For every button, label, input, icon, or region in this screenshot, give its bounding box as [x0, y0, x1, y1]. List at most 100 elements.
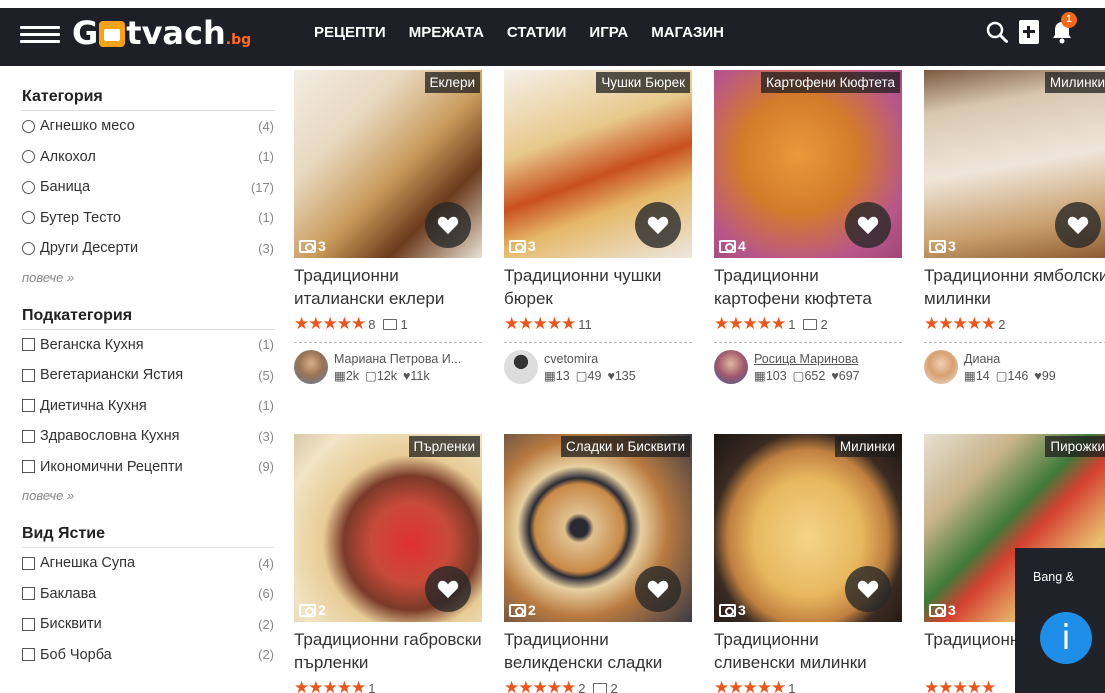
radio-button[interactable] [22, 119, 35, 133]
recipe-tag[interactable]: Милинки [1044, 72, 1105, 93]
recipe-title[interactable]: Традиционни габровски пърленки [294, 628, 482, 674]
recipe-title[interactable]: Традиционни картофени кюфтета [714, 264, 902, 310]
checkbox[interactable] [22, 556, 35, 570]
checkbox[interactable] [22, 429, 35, 443]
nav-articles[interactable]: СТАТИИ [507, 24, 567, 41]
filter-option[interactable]: Други Десерти (3) [22, 233, 274, 264]
recipe-card[interactable]: Еклери 3 Традиционни италиански еклери ★… [294, 70, 482, 384]
filter-option[interactable]: Алкохол (1) [22, 142, 274, 173]
recipe-card[interactable]: Милинки 3 Традиционни сливенски милинки … [714, 434, 902, 693]
filter-option[interactable]: Баница (17) [22, 172, 274, 203]
filter-option[interactable]: Веганска Кухня (1) [22, 330, 274, 361]
recipe-author[interactable]: Диана ▦14 ▢146 ♥99 [924, 350, 1105, 384]
author-name[interactable]: cvetomira [544, 352, 692, 366]
author-name[interactable]: Росица Маринова [754, 352, 902, 366]
recipe-title[interactable]: Традиционни италиански еклери [294, 264, 482, 310]
recipe-photo[interactable]: Милинки 3 [714, 434, 902, 622]
recipe-tag[interactable]: Картофени Кюфтета [761, 72, 900, 93]
checkbox[interactable] [22, 460, 35, 474]
favorite-button[interactable] [1055, 202, 1101, 248]
more-categories-link[interactable]: повече » [22, 270, 274, 285]
author-name[interactable]: Диана [964, 352, 1105, 366]
rating-stars[interactable]: ★★★★★ [294, 678, 366, 693]
rating-stars[interactable]: ★★★★★ [294, 314, 366, 334]
rating-stars[interactable]: ★★★★★ [924, 678, 996, 693]
radio-button[interactable] [22, 211, 35, 225]
radio-button[interactable] [22, 180, 35, 194]
rating-stars[interactable]: ★★★★★ [714, 314, 786, 334]
favorite-button[interactable] [635, 202, 681, 248]
hamburger-menu-icon[interactable] [20, 26, 60, 44]
checkbox[interactable] [22, 617, 35, 631]
favorite-button[interactable] [845, 202, 891, 248]
filter-option[interactable]: Бисквити (2) [22, 609, 274, 640]
checkbox[interactable] [22, 587, 35, 601]
nav-game[interactable]: ИГРА [589, 24, 628, 41]
recipe-title[interactable]: Традиционни сливенски милинки [714, 628, 902, 674]
comments[interactable]: 2 [803, 317, 828, 332]
recipe-title[interactable]: Традиционни великденски сладки [504, 628, 692, 674]
favorite-button[interactable] [635, 566, 681, 612]
recipe-card[interactable]: Сладки и Бисквити 2 Традиционни великден… [504, 434, 692, 693]
filter-option[interactable]: Икономични Рецепти (9) [22, 452, 274, 483]
filter-option[interactable]: Агнешка Супа (4) [22, 548, 274, 579]
avatar[interactable] [924, 350, 958, 384]
comments[interactable]: 1 [383, 317, 408, 332]
add-recipe-icon[interactable] [1019, 20, 1039, 44]
recipe-card[interactable]: Картофени Кюфтета 4 Традиционни картофен… [714, 70, 902, 384]
recipe-tag[interactable]: Пирожки [1045, 436, 1105, 457]
nav-shop[interactable]: МАГАЗИН [651, 24, 724, 41]
recipe-tag[interactable]: Чушки Бюрек [596, 72, 690, 93]
radio-button[interactable] [22, 241, 35, 255]
info-icon[interactable]: i [1040, 612, 1092, 664]
rating-stars[interactable]: ★★★★★ [504, 678, 576, 693]
recipe-card[interactable]: Милинки 3 Традиционни ямболски милинки ★… [924, 70, 1105, 384]
recipe-photo[interactable]: Милинки 3 [924, 70, 1105, 258]
recipe-card[interactable]: Чушки Бюрек 3 Традиционни чушки бюрек ★★… [504, 70, 692, 384]
favorite-button[interactable] [425, 566, 471, 612]
recipe-tag[interactable]: Сладки и Бисквити [561, 436, 690, 457]
accessibility-widget[interactable]: Bang & i [1015, 548, 1105, 693]
recipe-photo[interactable]: Сладки и Бисквити 2 [504, 434, 692, 622]
nav-recipes[interactable]: РЕЦЕПТИ [314, 24, 386, 41]
checkbox[interactable] [22, 338, 35, 352]
recipe-photo[interactable]: Пърленки 2 [294, 434, 482, 622]
recipe-card[interactable]: Пърленки 2 Традиционни габровски пърленк… [294, 434, 482, 693]
rating-stars[interactable]: ★★★★★ [504, 314, 576, 334]
recipe-title[interactable]: Традиционни чушки бюрек [504, 264, 692, 310]
radio-button[interactable] [22, 150, 35, 164]
rating-stars[interactable]: ★★★★★ [924, 314, 996, 334]
nav-network[interactable]: МРЕЖАТА [409, 24, 484, 41]
avatar[interactable] [714, 350, 748, 384]
checkbox[interactable] [22, 399, 35, 413]
recipe-author[interactable]: cvetomira ▦13 ▢49 ♥135 [504, 350, 692, 384]
filter-option[interactable]: Агнешко месо (4) [22, 111, 274, 142]
checkbox[interactable] [22, 648, 35, 662]
avatar[interactable] [294, 350, 328, 384]
recipe-photo[interactable]: Еклери 3 [294, 70, 482, 258]
rating-stars[interactable]: ★★★★★ [714, 678, 786, 693]
recipe-tag[interactable]: Еклери [424, 72, 480, 93]
comments[interactable]: 2 [593, 681, 618, 693]
checkbox[interactable] [22, 368, 35, 382]
filter-option[interactable]: Бутер Тесто (1) [22, 203, 274, 234]
avatar[interactable] [504, 350, 538, 384]
favorite-button[interactable] [425, 202, 471, 248]
recipe-title[interactable]: Традиционни ямболски милинки [924, 264, 1105, 310]
filter-option[interactable]: Боб Чорба (2) [22, 640, 274, 671]
recipe-author[interactable]: Мариана Петрова И... ▦2k ▢12k ♥11k [294, 350, 482, 384]
more-subcategories-link[interactable]: повече » [22, 488, 274, 503]
filter-option[interactable]: Диетична Кухня (1) [22, 391, 274, 422]
recipe-photo[interactable]: Чушки Бюрек 3 [504, 70, 692, 258]
recipe-author[interactable]: Росица Маринова ▦103 ▢652 ♥697 [714, 350, 902, 384]
author-name[interactable]: Мариана Петрова И... [334, 352, 482, 366]
filter-option[interactable]: Здравословна Кухня (3) [22, 421, 274, 452]
filter-option[interactable]: Вегетариански Ястия (5) [22, 360, 274, 391]
recipe-photo[interactable]: Картофени Кюфтета 4 [714, 70, 902, 258]
favorite-button[interactable] [845, 566, 891, 612]
recipe-tag[interactable]: Пърленки [408, 436, 480, 457]
site-logo[interactable]: Gtvach.bg [72, 14, 251, 54]
filter-option[interactable]: Баклава (6) [22, 579, 274, 610]
search-icon[interactable] [986, 21, 1008, 43]
recipe-tag[interactable]: Милинки [834, 436, 900, 457]
